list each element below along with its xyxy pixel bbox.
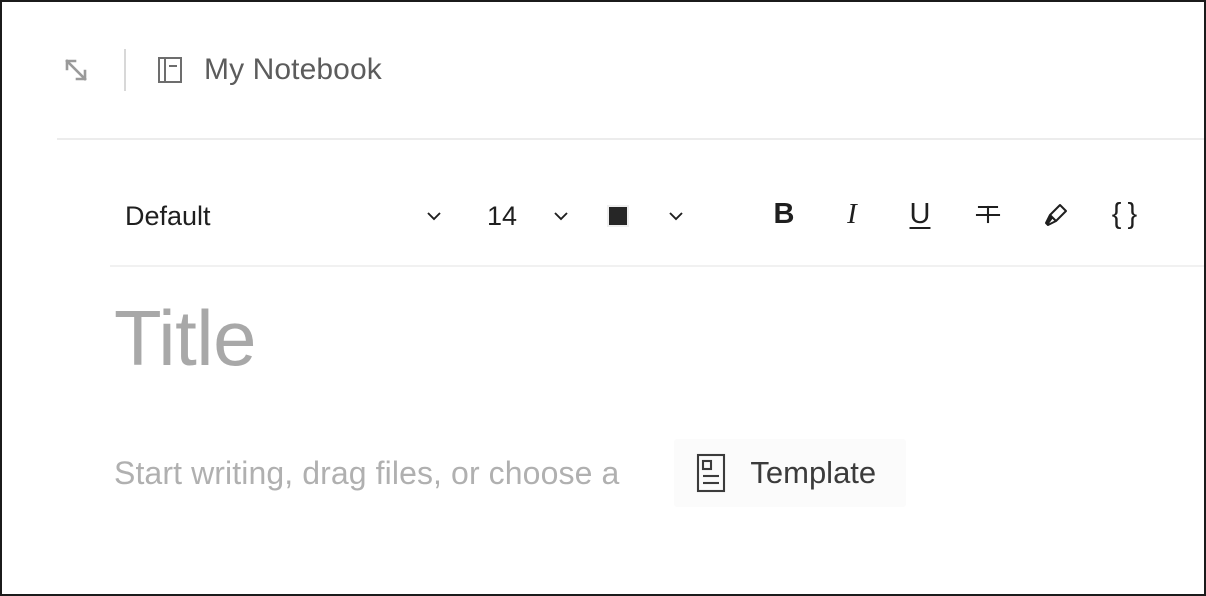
document-body-row: Start writing, drag files, or choose a T…: [114, 439, 907, 507]
italic-button[interactable]: I: [833, 190, 871, 238]
formatting-toolbar: Default 14 B I U {}: [2, 140, 1204, 265]
editor-body: Title Start writing, drag files, or choo…: [2, 267, 1204, 594]
code-block-button[interactable]: { }: [1105, 190, 1143, 238]
header-vertical-divider: [124, 49, 126, 91]
strikethrough-icon: [975, 205, 1001, 224]
choose-template-button[interactable]: Template: [674, 439, 907, 507]
strikethrough-button[interactable]: [969, 190, 1007, 238]
text-format-button-group: B I U {}: [765, 190, 1143, 238]
expand-button[interactable]: [54, 48, 98, 92]
font-family-value: Default: [125, 200, 211, 231]
document-body-input[interactable]: Start writing, drag files, or choose a: [114, 455, 619, 492]
text-color-select[interactable]: [607, 196, 687, 236]
chevron-down-icon: [665, 205, 687, 227]
color-swatch-icon: [607, 205, 629, 227]
document-title-input[interactable]: Title: [114, 299, 256, 377]
bold-button[interactable]: B: [765, 190, 803, 238]
notebook-icon: [158, 57, 182, 83]
highlighter-pen-icon: [1045, 204, 1067, 226]
notebook-title: My Notebook: [204, 53, 382, 86]
header-bar: My Notebook: [2, 2, 1204, 138]
highlight-button[interactable]: [1037, 190, 1075, 238]
font-size-select[interactable]: 14: [487, 196, 572, 236]
template-button-label: Template: [750, 455, 877, 490]
font-family-select[interactable]: Default: [125, 196, 445, 236]
expand-diagonal-arrows-icon: [65, 59, 87, 81]
notebook-editor-window: My Notebook Default 14 B I U {} Title S…: [0, 0, 1206, 596]
chevron-down-icon: [423, 205, 445, 227]
underline-button[interactable]: U: [901, 190, 939, 238]
template-document-icon: [697, 453, 726, 493]
chevron-down-icon: [550, 205, 572, 227]
notebook-breadcrumb[interactable]: My Notebook: [154, 53, 382, 87]
font-size-value: 14: [487, 200, 518, 231]
